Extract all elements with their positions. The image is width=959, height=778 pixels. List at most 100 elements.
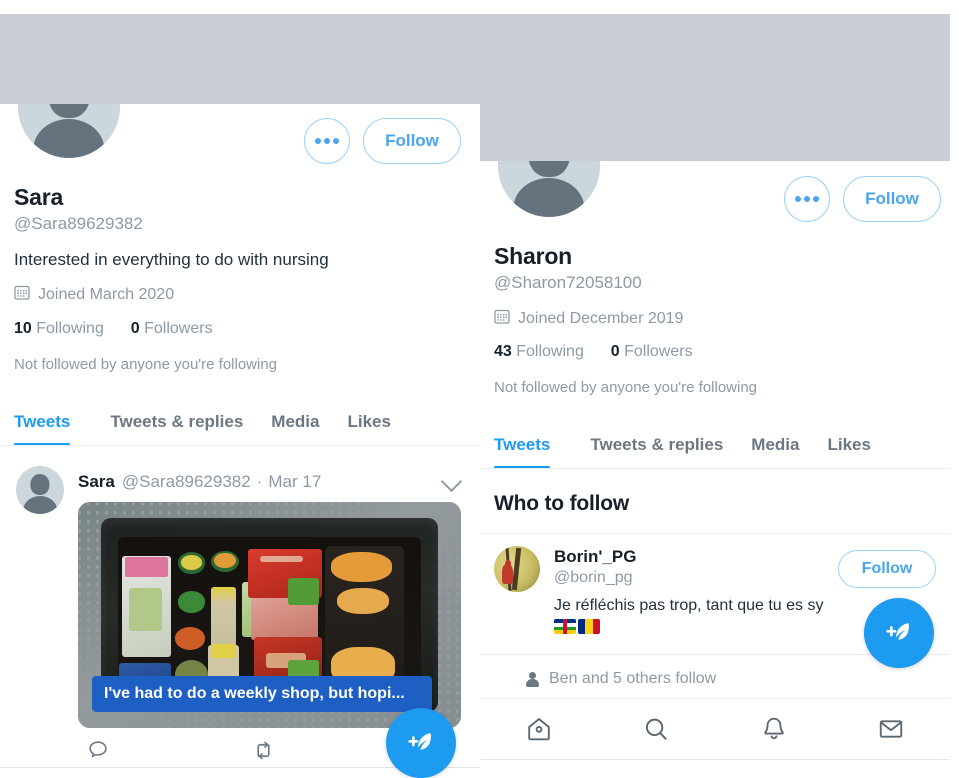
profile-stats: 43 Following 0 Followers <box>494 343 693 361</box>
tweet-media-caption: I've had to do a weekly shop, but hopi..… <box>92 676 432 712</box>
profile-handle: @Sharon72058100 <box>494 273 642 292</box>
more-options-button[interactable] <box>304 118 350 164</box>
default-avatar-icon[interactable] <box>14 104 124 162</box>
screenshot-stage: Follow Sara @Sara89629382 Interested in … <box>0 0 959 778</box>
followers-count: 0 <box>610 343 620 360</box>
tab-media-label: Media <box>751 435 800 454</box>
profile-handle: @Sara89629382 <box>14 214 143 233</box>
tab-tweets-label: Tweets <box>494 435 551 454</box>
tweet-media-caption-text: I've had to do a weekly shop, but hopi..… <box>104 685 405 702</box>
compose-tweet-button-right[interactable] <box>864 598 934 668</box>
following-count: 10 <box>14 320 32 337</box>
tab-likes-label: Likes <box>827 435 871 454</box>
following-label: Following <box>36 320 104 337</box>
tweet-meta-separator: · <box>256 472 263 491</box>
bottom-nav-divider <box>480 759 950 760</box>
bottom-navigation-bar <box>480 699 950 759</box>
profile-bio: Interested in everything to do with nurs… <box>14 250 329 269</box>
profile-joined-date: Joined December 2019 <box>518 309 684 327</box>
tab-tweets-replies[interactable]: Tweets & replies <box>564 435 737 469</box>
followers-count: 0 <box>130 320 140 337</box>
avatar-body-shape <box>33 119 105 158</box>
who-to-follow-divider <box>480 533 950 534</box>
tab-tweets[interactable]: Tweets <box>494 435 564 469</box>
romania-flag <box>578 619 600 634</box>
page-title: Sara <box>14 184 64 210</box>
envelope-icon[interactable] <box>865 703 917 755</box>
tweet-date: Mar 17 <box>268 472 322 491</box>
suggestion-follow-label: Follow <box>861 560 913 577</box>
chevron-down-icon[interactable] <box>440 470 462 494</box>
more-dots-icon <box>315 138 339 144</box>
follow-button-label: Follow <box>865 189 919 208</box>
following-count: 43 <box>494 343 512 360</box>
reply-icon[interactable] <box>78 730 118 770</box>
tabs-divider <box>0 445 480 446</box>
suggestion-bio-flags <box>554 619 838 634</box>
profile-banner-backdrop-right <box>480 14 950 161</box>
tab-media[interactable]: Media <box>737 435 813 469</box>
tab-likes[interactable]: Likes <box>813 435 870 469</box>
following-label: Following <box>516 343 584 360</box>
tweet-media-image[interactable]: I've had to do a weekly shop, but hopi..… <box>78 502 461 728</box>
right-profile-panel: Follow Sharon @Sharon72058100 Joined Dec… <box>480 161 950 776</box>
following-stat[interactable]: 43 Following <box>494 343 584 360</box>
central-african-republic-flag <box>554 619 576 634</box>
left-profile-panel: Follow Sara @Sara89629382 Interested in … <box>0 104 480 776</box>
search-icon[interactable] <box>630 703 682 755</box>
page-title: Sharon <box>494 243 573 269</box>
bell-icon[interactable] <box>748 703 800 755</box>
profile-tabs: Tweets Tweets & replies Media Likes <box>14 412 391 446</box>
more-dots-icon <box>795 196 819 202</box>
suggestion-bio: Je réfléchis pas trop, tant que tu es sy <box>554 597 824 614</box>
tab-tweets-replies-label: Tweets & replies <box>590 435 724 454</box>
tab-media[interactable]: Media <box>257 412 333 446</box>
home-icon[interactable] <box>513 703 565 755</box>
tab-tweets-replies-label: Tweets & replies <box>110 412 244 431</box>
calendar-icon <box>14 284 30 305</box>
tab-tweets[interactable]: Tweets <box>14 412 84 446</box>
tweet-header: Sara @Sara89629382 · Mar 17 <box>78 472 321 492</box>
not-followed-note: Not followed by anyone you're following <box>494 379 758 396</box>
tweet-author-name[interactable]: Sara <box>78 472 115 492</box>
profile-stats: 10 Following 0 Followers <box>14 320 213 338</box>
tab-likes-label: Likes <box>347 412 391 431</box>
tab-media-label: Media <box>271 412 320 431</box>
followed-by-context: Ben and 5 others follow <box>526 670 716 688</box>
followers-label: Followers <box>624 343 693 360</box>
more-options-button[interactable] <box>784 176 830 222</box>
retweet-icon[interactable] <box>243 730 283 770</box>
avatar-head-shape <box>30 474 50 496</box>
user-photo-avatar[interactable] <box>494 546 540 592</box>
suggestion-follow-button[interactable]: Follow <box>838 550 936 588</box>
follow-button[interactable]: Follow <box>363 118 461 164</box>
profile-tabs: Tweets Tweets & replies Media Likes <box>494 435 871 469</box>
avatar-head-shape <box>528 161 570 178</box>
calendar-icon <box>494 308 510 329</box>
avatar-body-shape <box>23 495 57 514</box>
default-avatar-icon[interactable] <box>494 161 604 221</box>
tweet-author-avatar[interactable] <box>16 466 64 514</box>
suggestion-name[interactable]: Borin'_PG <box>554 546 838 567</box>
follow-button[interactable]: Follow <box>843 176 941 222</box>
following-stat[interactable]: 10 Following <box>14 320 104 337</box>
tabs-divider <box>480 468 950 469</box>
follow-button-label: Follow <box>385 131 439 150</box>
followers-label: Followers <box>144 320 213 337</box>
compose-tweet-icon <box>408 733 431 750</box>
compose-tweet-button-left[interactable] <box>386 708 456 778</box>
profile-joined-date: Joined March 2020 <box>38 285 175 303</box>
compose-tweet-icon <box>886 623 909 640</box>
avatar-body-shape <box>513 178 585 217</box>
tab-tweets-replies[interactable]: Tweets & replies <box>84 412 257 446</box>
not-followed-note: Not followed by anyone you're following <box>14 356 278 373</box>
followers-stat[interactable]: 0 Followers <box>131 320 213 337</box>
profile-joined-row: Joined March 2020 <box>14 284 174 305</box>
tab-likes[interactable]: Likes <box>333 412 390 446</box>
who-to-follow-title: Who to follow <box>494 492 630 515</box>
tweet-author-handle: @Sara89629382 <box>121 472 251 491</box>
tab-tweets-label: Tweets <box>14 412 71 431</box>
followers-stat[interactable]: 0 Followers <box>611 343 693 360</box>
suggestion-handle: @borin_pg <box>554 569 633 586</box>
profile-joined-row: Joined December 2019 <box>494 308 683 329</box>
